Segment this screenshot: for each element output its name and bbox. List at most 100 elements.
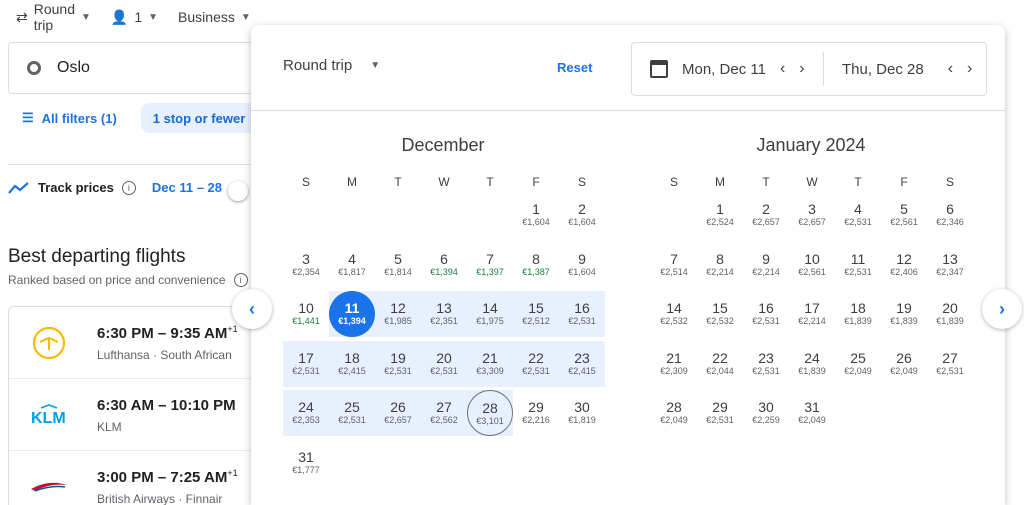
calendar-day[interactable]: 16 €2,531: [743, 291, 789, 337]
departure-date-field[interactable]: Mon, Dec 11 ‹ ›: [632, 52, 824, 86]
return-date-field[interactable]: Thu, Dec 28 ‹ ›: [824, 43, 972, 95]
calendar-day[interactable]: 17 €2,531: [283, 341, 329, 387]
calendar-day[interactable]: 27 €2,531: [927, 341, 973, 387]
calendar-day[interactable]: 2 €2,657: [743, 192, 789, 238]
divider: [8, 164, 258, 165]
calendar-day[interactable]: 19 €1,839: [881, 291, 927, 337]
calendar-day[interactable]: 7 €2,514: [651, 242, 697, 288]
calendar-day[interactable]: 13 €2,351: [421, 291, 467, 337]
calendar-day[interactable]: 20 €1,839: [927, 291, 973, 337]
calendar-day[interactable]: 29 €2,531: [697, 390, 743, 436]
day-price: €1,814: [384, 266, 412, 277]
calendar-day[interactable]: 8 €2,214: [697, 242, 743, 288]
calendar-day[interactable]: 19 €2,531: [375, 341, 421, 387]
calendar-day[interactable]: 21 €3,309: [467, 341, 513, 387]
calendar-day[interactable]: 22 €2,531: [513, 341, 559, 387]
info-icon[interactable]: i: [233, 273, 248, 287]
calendar-day[interactable]: 1 €2,524: [697, 192, 743, 238]
calendar-day[interactable]: 8 €1,387: [513, 242, 559, 288]
calendar-day[interactable]: 31 €1,777: [283, 440, 329, 486]
calendar-day[interactable]: 12 €2,406: [881, 242, 927, 288]
calendar-day[interactable]: 23 €2,415: [559, 341, 605, 387]
dialog-trip-type-select[interactable]: Round trip ▼: [283, 57, 380, 74]
day-number: 11: [850, 250, 866, 267]
day-number: 22: [712, 349, 728, 366]
day-number: 6: [946, 201, 954, 217]
calendar-day[interactable]: 15 €2,532: [697, 291, 743, 337]
calendar-day[interactable]: 22 €2,044: [697, 341, 743, 387]
calendar-day[interactable]: 17 €2,214: [789, 291, 835, 337]
flight-row[interactable]: KLM 6:30 AM – 10:10 PM KLM: [9, 379, 267, 451]
previous-month-button[interactable]: ‹: [232, 289, 272, 329]
calendar-day[interactable]: 9 €1,604: [559, 242, 605, 288]
calendar-day[interactable]: 6 €1,394: [421, 242, 467, 288]
chevron-right-icon[interactable]: ›: [799, 60, 804, 78]
calendar-day[interactable]: 3 €2,354: [283, 242, 329, 288]
calendar-day[interactable]: 10 €1,441: [283, 291, 329, 337]
cabin-select[interactable]: Business ▼: [178, 9, 251, 25]
info-icon[interactable]: i: [121, 180, 136, 195]
calendar-day[interactable]: 14 €1,975: [467, 291, 513, 337]
trip-type-select[interactable]: ⇄ Round trip ▼: [16, 1, 91, 33]
day-price: €2,531: [384, 365, 412, 376]
day-price: €1,839: [844, 316, 872, 326]
calendar-day[interactable]: 5 €2,561: [881, 192, 927, 238]
calendar-day[interactable]: 9 €2,214: [743, 242, 789, 288]
chevron-right-icon[interactable]: ›: [967, 60, 972, 78]
day-price: €2,531: [752, 316, 780, 326]
calendar-day[interactable]: 16 €2,531: [559, 291, 605, 337]
calendar-day[interactable]: 28 €2,049: [651, 390, 697, 436]
calendar-day[interactable]: 4 €1,817: [329, 242, 375, 288]
calendar-day[interactable]: 15 €2,512: [513, 291, 559, 337]
flight-row[interactable]: 3:00 PM – 7:25 AM+1 British Airways · Fi…: [9, 451, 267, 505]
flight-row[interactable]: 6:30 PM – 9:35 AM+1 Lufthansa · South Af…: [9, 307, 267, 379]
calendar-day[interactable]: 1 €1,604: [513, 192, 559, 238]
track-prices-toggle[interactable]: [228, 181, 248, 201]
calendar-day[interactable]: 11 €2,531: [835, 242, 881, 288]
calendar-day[interactable]: 5 €1,814: [375, 242, 421, 288]
calendar-day[interactable]: 10 €2,561: [789, 242, 835, 288]
calendar-day[interactable]: 23 €2,531: [743, 341, 789, 387]
calendar-day[interactable]: 27 €2,562: [421, 390, 467, 436]
calendar-day[interactable]: 21 €2,309: [651, 341, 697, 387]
calendar-day[interactable]: 25 €2,049: [835, 341, 881, 387]
weekday-header: S: [577, 175, 586, 189]
calendar-day[interactable]: 4 €2,531: [835, 192, 881, 238]
day-price: €1,604: [568, 266, 596, 277]
calendar-day[interactable]: 14 €2,532: [651, 291, 697, 337]
calendar-day[interactable]: 2 €1,604: [559, 192, 605, 238]
day-number: 17: [804, 300, 820, 316]
calendar-day[interactable]: 24 €1,839: [789, 341, 835, 387]
calendar-day[interactable]: 25 €2,531: [329, 390, 375, 436]
day-number: 15: [712, 300, 728, 316]
calendar-day[interactable]: 26 €2,657: [375, 390, 421, 436]
calendar-day[interactable]: 18 €2,415: [329, 341, 375, 387]
calendar-day[interactable]: 26 €2,049: [881, 341, 927, 387]
chevron-left-icon[interactable]: ‹: [948, 60, 953, 78]
calendar-day[interactable]: 30 €1,819: [559, 390, 605, 436]
all-filters-button[interactable]: ☰ All filters (1): [8, 103, 131, 133]
calendar-day[interactable]: 24 €2,353: [283, 390, 329, 436]
chevron-left-icon[interactable]: ‹: [780, 60, 785, 78]
day-price: €1,975: [476, 316, 504, 326]
calendar-day[interactable]: 20 €2,531: [421, 341, 467, 387]
calendar-day[interactable]: 18 €1,839: [835, 291, 881, 337]
calendar-day-return[interactable]: 28 €3,101: [467, 390, 513, 436]
calendar-day[interactable]: 30 €2,259: [743, 390, 789, 436]
day-price: €1,839: [798, 365, 826, 376]
stops-filter-chip[interactable]: 1 stop or fewer: [140, 103, 258, 133]
next-month-button[interactable]: ›: [982, 289, 1022, 329]
origin-input[interactable]: Oslo: [8, 42, 268, 94]
calendar-day[interactable]: 6 €2,346: [927, 192, 973, 238]
calendar-day[interactable]: 29 €2,216: [513, 390, 559, 436]
calendar-day-departure[interactable]: 11 €1,394: [329, 291, 375, 337]
calendar-day[interactable]: 3 €2,657: [789, 192, 835, 238]
day-number: 28: [666, 399, 682, 415]
calendar-day[interactable]: 13 €2,347: [927, 242, 973, 288]
calendar-day[interactable]: 12 €1,985: [375, 291, 421, 337]
day-number: 13: [942, 250, 958, 267]
reset-button[interactable]: Reset: [557, 60, 592, 75]
passengers-select[interactable]: 👤 1 ▼: [111, 9, 158, 26]
calendar-day[interactable]: 7 €1,397: [467, 242, 513, 288]
calendar-day[interactable]: 31 €2,049: [789, 390, 835, 436]
